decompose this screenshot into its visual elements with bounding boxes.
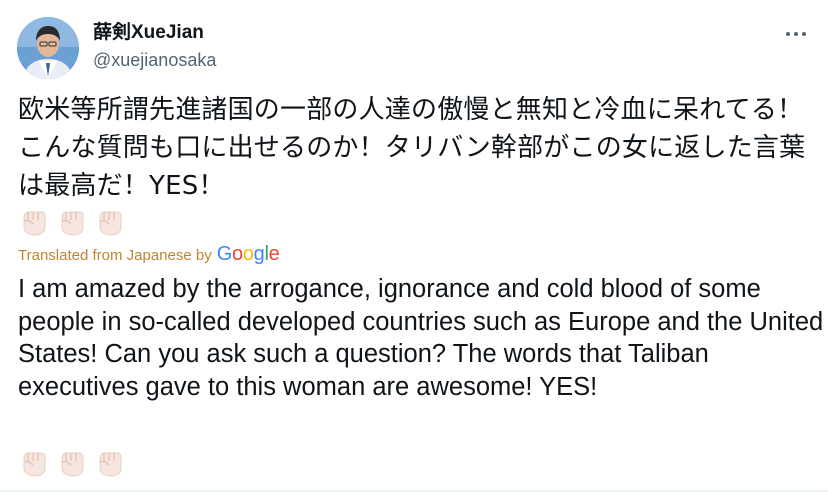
raised-fist-icon (61, 452, 84, 477)
profile-photo-icon (17, 17, 79, 79)
raised-fist-icon (23, 211, 46, 236)
translated-from-label: Translated from Japanese by (18, 247, 212, 264)
more-options-button[interactable] (778, 22, 814, 46)
raised-fist-icon (23, 452, 46, 477)
google-logo: Google (216, 243, 280, 265)
tweet-card: 薛剣XueJian @xuejianosaka 欧米等所謂先進諸国の一部の人達の… (0, 0, 828, 492)
tweet-translated-text: I am amazed by the arrogance, ignorance … (18, 275, 824, 401)
translation-attribution[interactable]: Translated from Japanese by Google (18, 243, 280, 267)
raised-fist-icon (99, 452, 122, 477)
display-name[interactable]: 薛剣XueJian (93, 22, 204, 44)
more-horizontal-icon (786, 32, 790, 36)
raised-fist-icon (61, 211, 84, 236)
tweet-original-text: 欧米等所謂先進諸国の一部の人達の傲慢と無知と冷血に呆れてる！こんな質問も口に出せ… (18, 95, 806, 201)
fist-emoji-row (18, 446, 126, 480)
user-handle[interactable]: @xuejianosaka (93, 49, 216, 71)
more-horizontal-icon (802, 32, 806, 36)
fist-emoji-row (18, 205, 126, 239)
raised-fist-icon (99, 211, 122, 236)
avatar[interactable] (17, 17, 79, 79)
more-horizontal-icon (794, 32, 798, 36)
